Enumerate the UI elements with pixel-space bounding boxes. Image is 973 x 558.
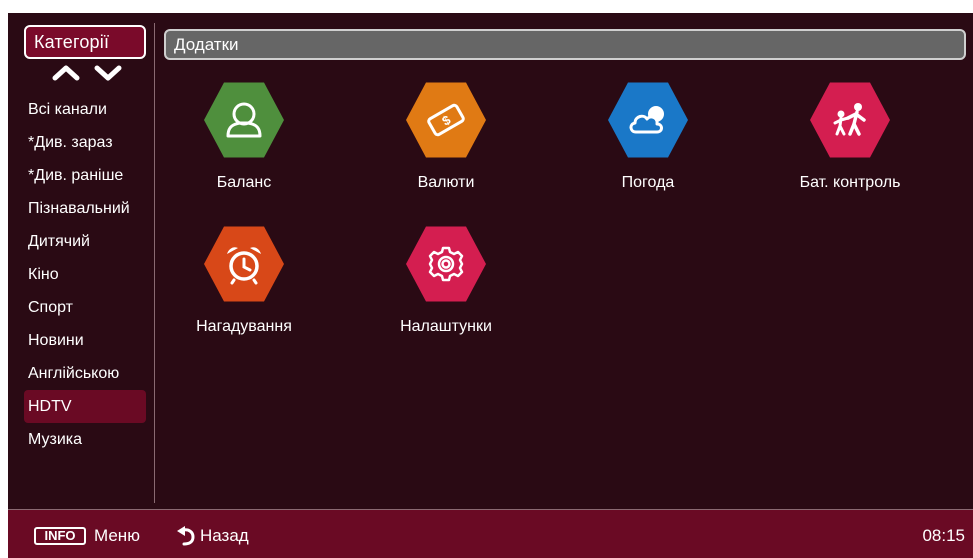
back-label: Назад bbox=[200, 526, 249, 545]
user-icon bbox=[226, 102, 262, 138]
category-item-all[interactable]: Всі канали bbox=[24, 93, 146, 126]
menu-label: Меню bbox=[94, 526, 140, 545]
app-grid: Баланс $ Валюти Погода Бат. контроль Наг… bbox=[164, 73, 966, 493]
app-currencies-label: Валюти bbox=[417, 174, 475, 191]
category-item-hdtv[interactable]: HDTV bbox=[24, 390, 146, 423]
app-currencies[interactable]: $ Валюти bbox=[366, 81, 526, 193]
app-reminders[interactable]: Нагадування bbox=[164, 225, 324, 337]
category-item-watched-before[interactable]: *Див. раніше bbox=[24, 159, 146, 192]
app-weather[interactable]: Погода bbox=[568, 81, 728, 193]
cloud-icon bbox=[629, 106, 664, 134]
app-reminders-tile bbox=[204, 226, 284, 302]
app-weather-tile bbox=[608, 82, 688, 158]
app-weather-label: Погода bbox=[621, 174, 675, 191]
category-sidebar: Категорії Всі канали *Див. зараз *Див. р… bbox=[8, 13, 154, 510]
scroll-arrows bbox=[52, 64, 132, 84]
category-item-news[interactable]: Новини bbox=[24, 324, 146, 357]
app-parental-control[interactable]: Бат. контроль bbox=[770, 81, 930, 193]
app-settings-label: Налаштунки bbox=[400, 318, 492, 335]
category-item-educational[interactable]: Пізнавальний bbox=[24, 192, 146, 225]
info-key[interactable]: INFO bbox=[34, 527, 86, 545]
category-list: Всі канали *Див. зараз *Див. раніше Пізн… bbox=[24, 93, 146, 456]
clock: 08:15 bbox=[922, 526, 965, 545]
category-header[interactable]: Категорії bbox=[24, 25, 146, 59]
tv-screen: Категорії Всі канали *Див. зараз *Див. р… bbox=[8, 13, 973, 558]
chevron-up-icon[interactable] bbox=[52, 64, 80, 82]
app-parental-control-tile bbox=[810, 82, 890, 158]
parental-icon bbox=[833, 103, 866, 136]
app-balance-tile bbox=[204, 82, 284, 158]
money-icon: $ bbox=[427, 103, 465, 137]
app-currencies-tile: $ bbox=[406, 82, 486, 158]
category-item-movies[interactable]: Кіно bbox=[24, 258, 146, 291]
category-item-kids[interactable]: Дитячий bbox=[24, 225, 146, 258]
category-item-sport[interactable]: Спорт bbox=[24, 291, 146, 324]
app-balance-label: Баланс bbox=[216, 174, 272, 191]
category-item-watching-now[interactable]: *Див. зараз bbox=[24, 126, 146, 159]
app-balance[interactable]: Баланс bbox=[164, 81, 324, 193]
gear-icon bbox=[428, 246, 464, 282]
app-settings[interactable]: Налаштунки bbox=[366, 225, 526, 337]
category-item-english[interactable]: Англійською bbox=[24, 357, 146, 390]
app-reminders-label: Нагадування bbox=[196, 318, 292, 335]
chevron-down-icon[interactable] bbox=[94, 64, 122, 82]
category-item-music[interactable]: Музика bbox=[24, 423, 146, 456]
app-settings-tile bbox=[406, 226, 486, 302]
alarm-clock-icon bbox=[227, 247, 261, 285]
bottom-bar: INFO Меню Назад 08:15 bbox=[8, 510, 973, 558]
app-parental-control-label: Бат. контроль bbox=[799, 174, 901, 191]
back-icon[interactable] bbox=[176, 526, 196, 546]
sidebar-divider bbox=[154, 23, 155, 503]
page-title: Додатки bbox=[164, 29, 966, 60]
